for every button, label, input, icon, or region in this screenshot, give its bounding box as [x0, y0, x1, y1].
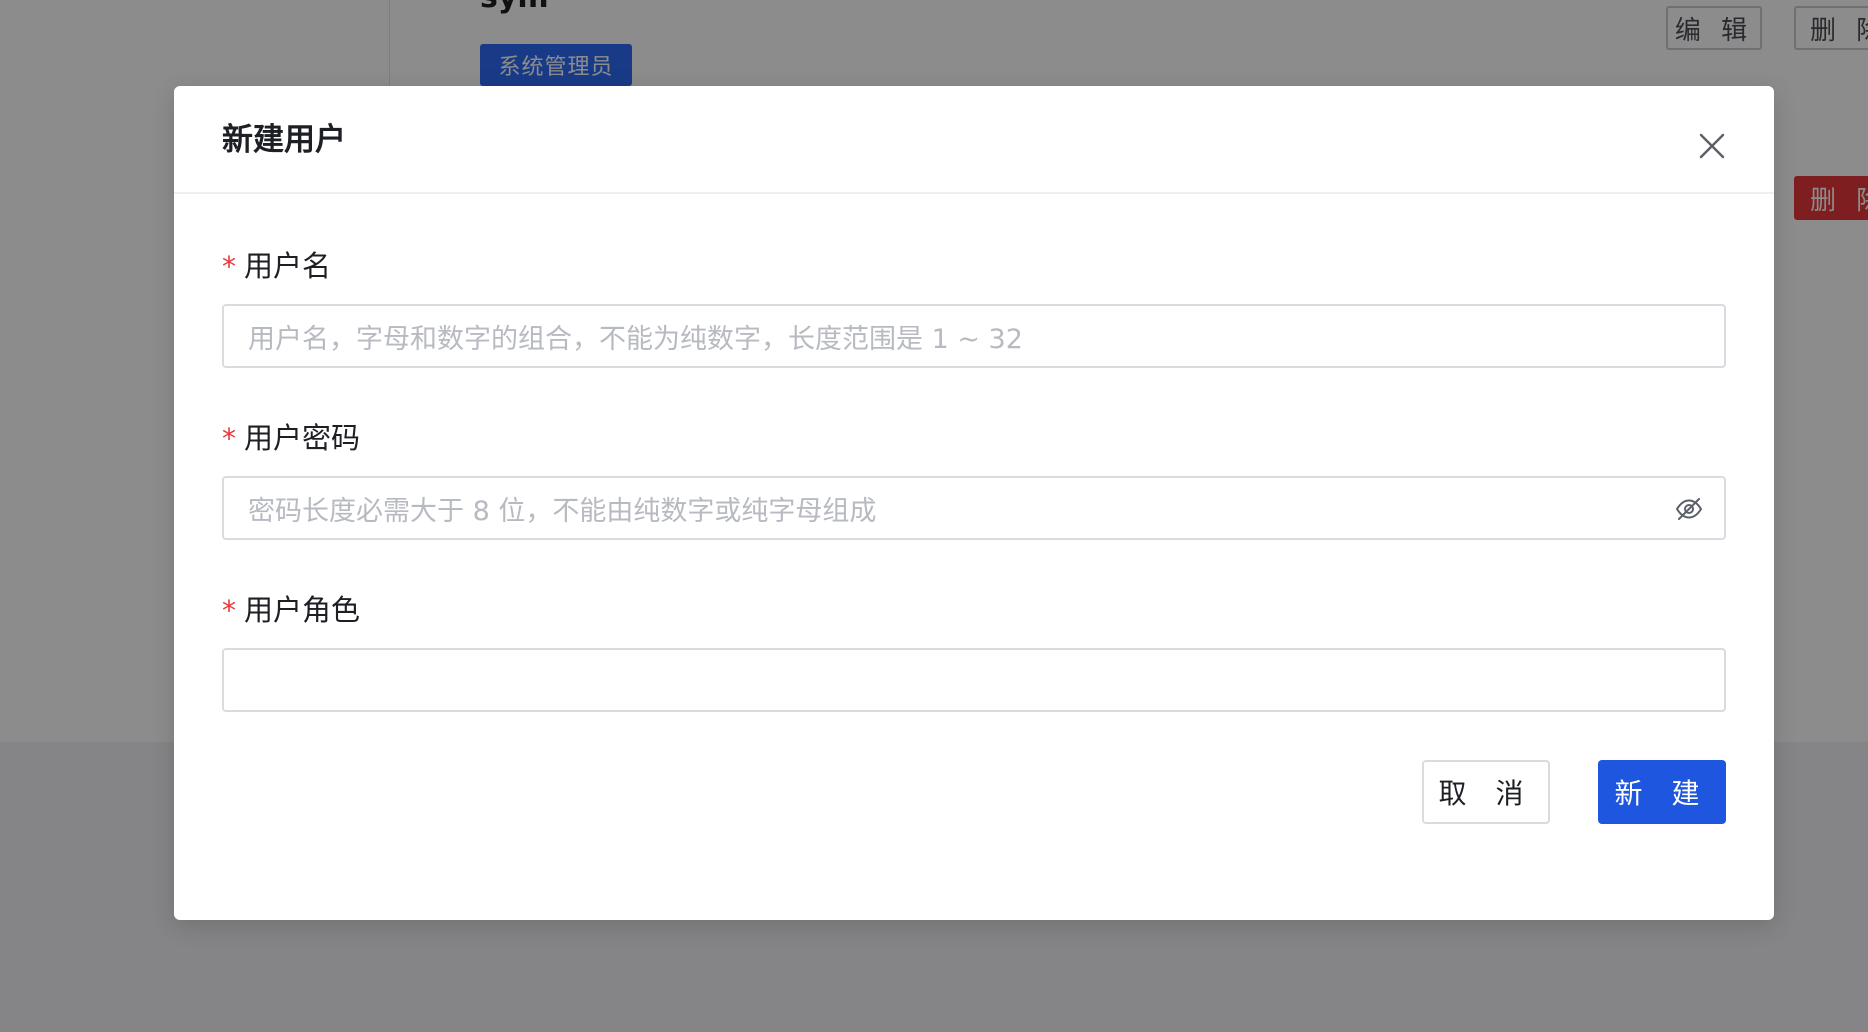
username-label-text: 用户名 [244, 249, 332, 283]
close-icon[interactable] [1692, 126, 1732, 166]
username-input[interactable]: 用户名，字母和数字的组合，不能为纯数字，长度范围是 1 ~ 32 [222, 304, 1726, 368]
create-button[interactable]: 新 建 [1598, 760, 1726, 824]
role-label-text: 用户角色 [244, 593, 361, 627]
password-input[interactable]: 密码长度必需大于 8 位，不能由纯数字或纯字母组成 [222, 476, 1726, 540]
eye-slash-icon[interactable] [1674, 494, 1704, 524]
password-placeholder: 密码长度必需大于 8 位，不能由纯数字或纯字母组成 [248, 495, 877, 527]
required-mark: * [222, 594, 236, 627]
role-label: * 用户角色 [222, 590, 360, 631]
dialog-title: 新建用户 [222, 122, 346, 158]
username-placeholder: 用户名，字母和数字的组合，不能为纯数字，长度范围是 1 ~ 32 [248, 323, 1023, 355]
cancel-button[interactable]: 取 消 [1422, 760, 1550, 824]
create-user-dialog: 新建用户 * 用户名 用户名，字母和数字的组合，不能为纯数字，长度范围是 1 ~ … [174, 86, 1774, 920]
required-mark: * [222, 250, 236, 283]
dialog-header: 新建用户 [174, 86, 1774, 194]
required-mark: * [222, 422, 236, 455]
username-label: * 用户名 [222, 246, 331, 287]
password-label-text: 用户密码 [244, 421, 361, 455]
role-select[interactable] [222, 648, 1726, 712]
password-label: * 用户密码 [222, 418, 360, 459]
